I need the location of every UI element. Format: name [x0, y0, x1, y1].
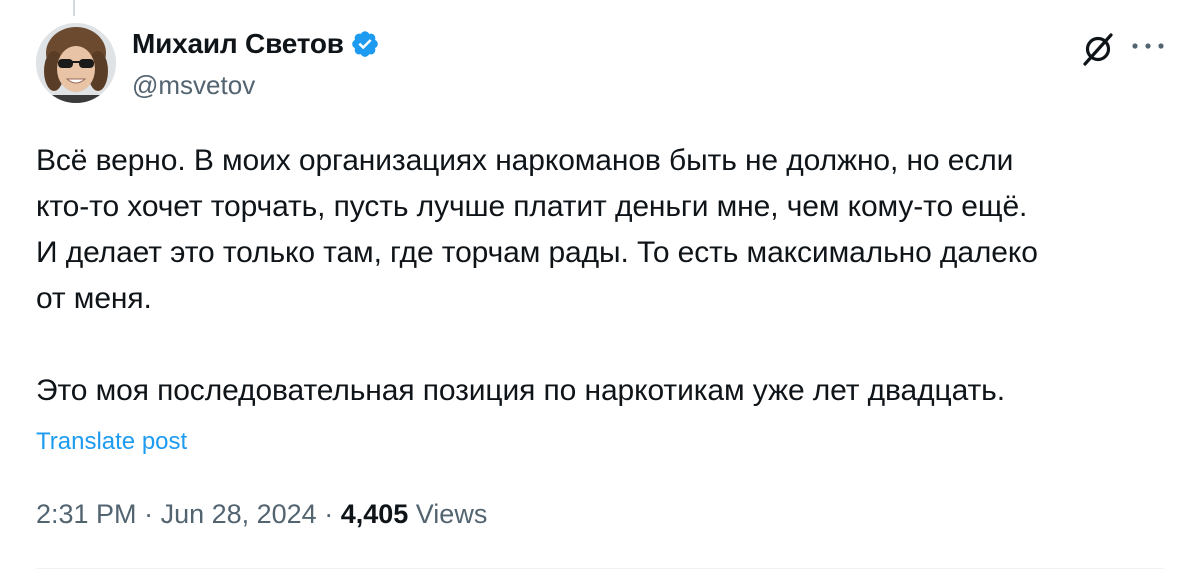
views-count: 4,405: [340, 499, 409, 529]
meta-separator: ·: [136, 499, 161, 529]
avatar-photo: [36, 23, 116, 103]
views-label: Views: [408, 499, 488, 529]
translate-post-link[interactable]: Translate post: [36, 428, 187, 456]
avatar[interactable]: [36, 23, 116, 103]
meta-separator: ·: [316, 499, 341, 529]
tweet-time[interactable]: 2:31 PM: [36, 499, 137, 529]
grok-icon[interactable]: [1079, 30, 1117, 68]
thread-connector-line: [73, 0, 75, 16]
more-options-icon[interactable]: [1131, 39, 1165, 53]
verified-badge-icon[interactable]: [350, 29, 380, 59]
divider: [36, 568, 1164, 569]
tweet-text: Всё верно. В моих организациях наркомано…: [36, 144, 1038, 407]
author-handle[interactable]: @msvetov: [132, 70, 380, 101]
author-display-name[interactable]: Михаил Светов: [132, 28, 344, 60]
tweet-metadata: 2:31 PM · Jun 28, 2024 · 4,405 Views: [36, 499, 487, 530]
author-name-row: Михаил Светов: [132, 26, 380, 62]
tweet-author: Михаил Светов @msvetov: [132, 26, 380, 101]
tweet-date[interactable]: Jun 28, 2024: [161, 499, 317, 529]
